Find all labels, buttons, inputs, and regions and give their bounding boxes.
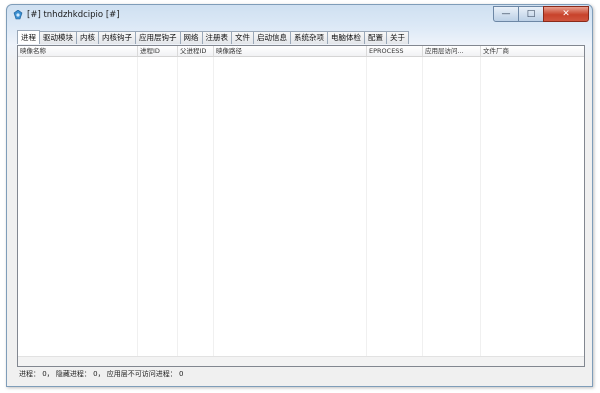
column-parent-pid[interactable]: 父进程ID [178, 46, 214, 56]
column-divider [422, 57, 423, 356]
tab-kernel[interactable]: 内核 [76, 31, 99, 44]
column-app-access[interactable]: 应用层访问... [423, 46, 481, 56]
tab-network[interactable]: 网络 [179, 31, 203, 44]
tab-system-misc[interactable]: 系统杂项 [290, 31, 328, 44]
tab-registry[interactable]: 注册表 [201, 31, 232, 44]
minimize-button[interactable]: — [493, 6, 519, 22]
tab-app-hooks[interactable]: 应用层钩子 [135, 31, 181, 44]
process-list[interactable]: 映像名称 进程ID 父进程ID 映像路径 EPROCESS 应用层访问... 文… [17, 45, 585, 367]
close-button[interactable]: ✕ [543, 6, 589, 22]
tab-startup[interactable]: 启动信息 [253, 31, 291, 44]
tab-file[interactable]: 文件 [231, 31, 254, 44]
tab-driver-modules[interactable]: 驱动模块 [39, 31, 77, 44]
column-image-path[interactable]: 映像路径 [214, 46, 367, 56]
title-bar[interactable]: [#] tnhdzhkdcipio [#] — □ ✕ [7, 5, 592, 27]
column-file-vendor[interactable]: 文件厂商 [481, 46, 581, 56]
column-divider [177, 57, 178, 356]
close-icon: ✕ [562, 9, 570, 19]
maximize-icon: □ [526, 9, 536, 19]
column-divider [366, 57, 367, 356]
app-icon [13, 10, 23, 20]
tab-pc-checkup[interactable]: 电脑体检 [327, 31, 365, 44]
table-header: 映像名称 进程ID 父进程ID 映像路径 EPROCESS 应用层访问... 文… [18, 46, 584, 57]
column-pid[interactable]: 进程ID [138, 46, 178, 56]
column-eprocess[interactable]: EPROCESS [367, 46, 423, 56]
column-image-name[interactable]: 映像名称 [18, 46, 138, 56]
tab-process[interactable]: 进程 [17, 30, 40, 44]
column-divider [480, 57, 481, 356]
tab-config[interactable]: 配置 [364, 31, 387, 44]
column-divider [213, 57, 214, 356]
tab-bar: 进程 驱动模块 内核 内核钩子 应用层钩子 网络 注册表 文件 启动信息 系统杂… [17, 30, 409, 44]
main-window: [#] tnhdzhkdcipio [#] — □ ✕ 进程 驱动模块 内核 内… [6, 4, 593, 387]
tab-kernel-hooks[interactable]: 内核钩子 [98, 31, 136, 44]
column-divider [137, 57, 138, 356]
status-bar: 进程： 0， 隐藏进程： 0， 应用层不可访问进程： 0 [19, 370, 184, 378]
window-title: [#] tnhdzhkdcipio [#] [27, 10, 120, 20]
horizontal-scrollbar[interactable] [18, 356, 584, 366]
minimize-icon: — [501, 9, 511, 19]
tab-about[interactable]: 关于 [386, 31, 409, 44]
maximize-button[interactable]: □ [518, 6, 544, 22]
